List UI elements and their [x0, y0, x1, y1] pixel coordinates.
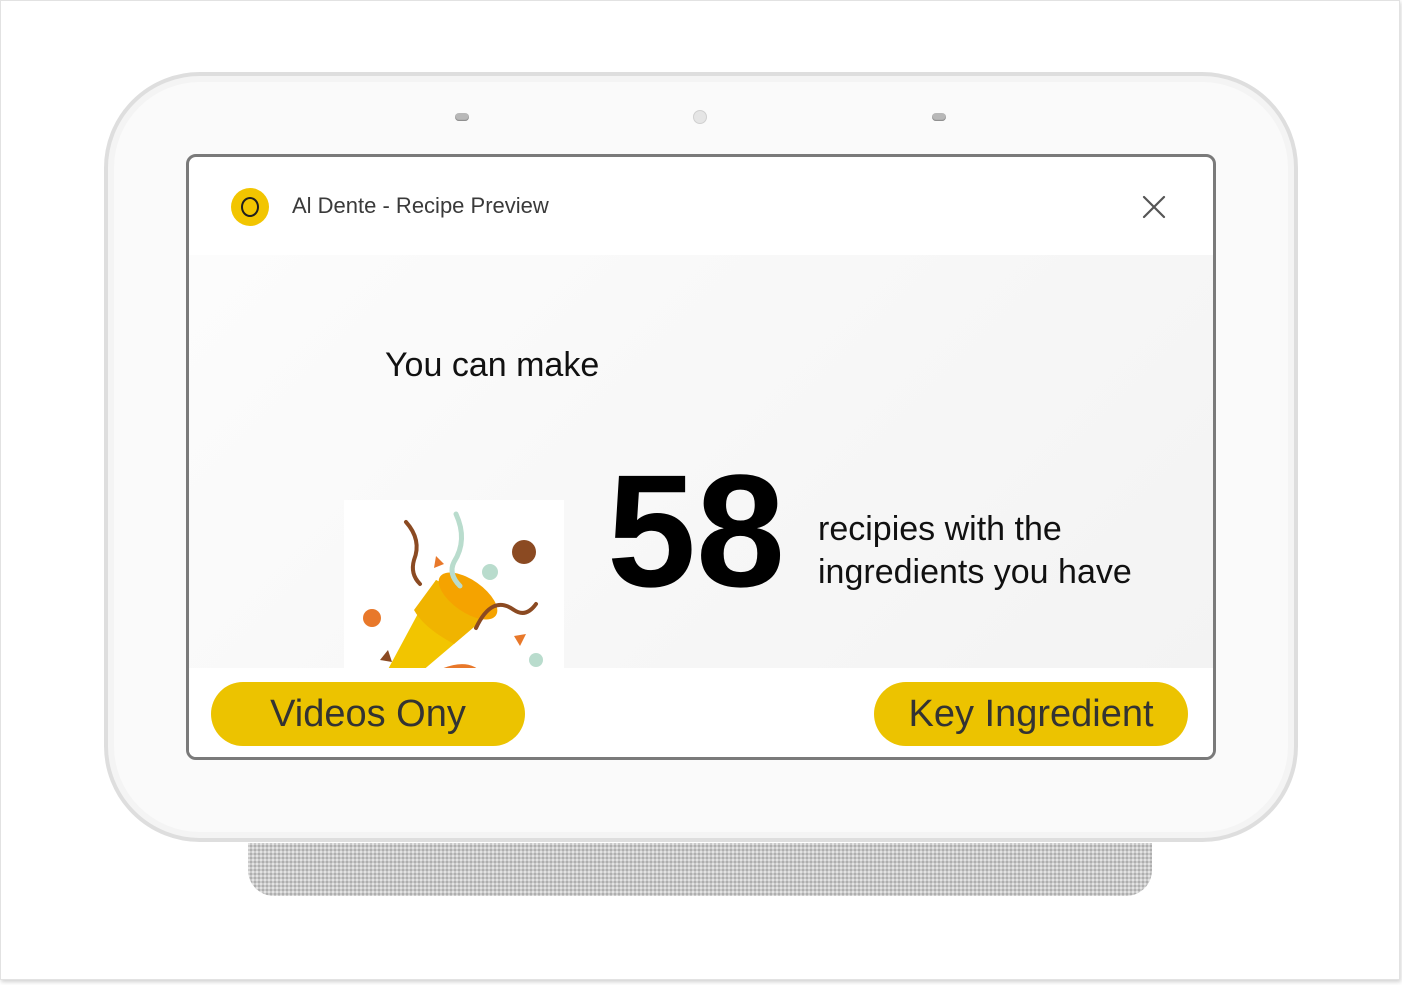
result-description: recipies with the ingredients you have: [818, 508, 1178, 594]
page-frame: Al Dente - Recipe Preview You can make 5…: [0, 0, 1400, 980]
result-description-line2: ingredients you have: [818, 553, 1132, 591]
al-dente-logo-icon: [231, 188, 269, 226]
close-button[interactable]: [1135, 188, 1173, 226]
right-sensor: [932, 113, 946, 121]
recipe-count: 58: [607, 441, 785, 620]
title-bar: Al Dente - Recipe Preview: [189, 157, 1213, 253]
camera-icon: [693, 110, 707, 124]
left-sensor: [455, 113, 469, 121]
fabric-speaker-base: [248, 843, 1152, 896]
recipe-count-panel: You can make 58 recipies with the ingred…: [189, 255, 1213, 728]
result-description-line1: recipies with the: [818, 510, 1062, 548]
lead-text: You can make: [385, 346, 600, 384]
close-icon: [1142, 195, 1166, 219]
app-title: Al Dente - Recipe Preview: [292, 193, 549, 218]
action-bar: Videos Ony Key Ingredient: [189, 668, 1213, 757]
key-ingredient-button[interactable]: Key Ingredient: [874, 682, 1188, 746]
videos-only-button[interactable]: Videos Ony: [211, 682, 525, 746]
device-screen: Al Dente - Recipe Preview You can make 5…: [186, 154, 1216, 760]
